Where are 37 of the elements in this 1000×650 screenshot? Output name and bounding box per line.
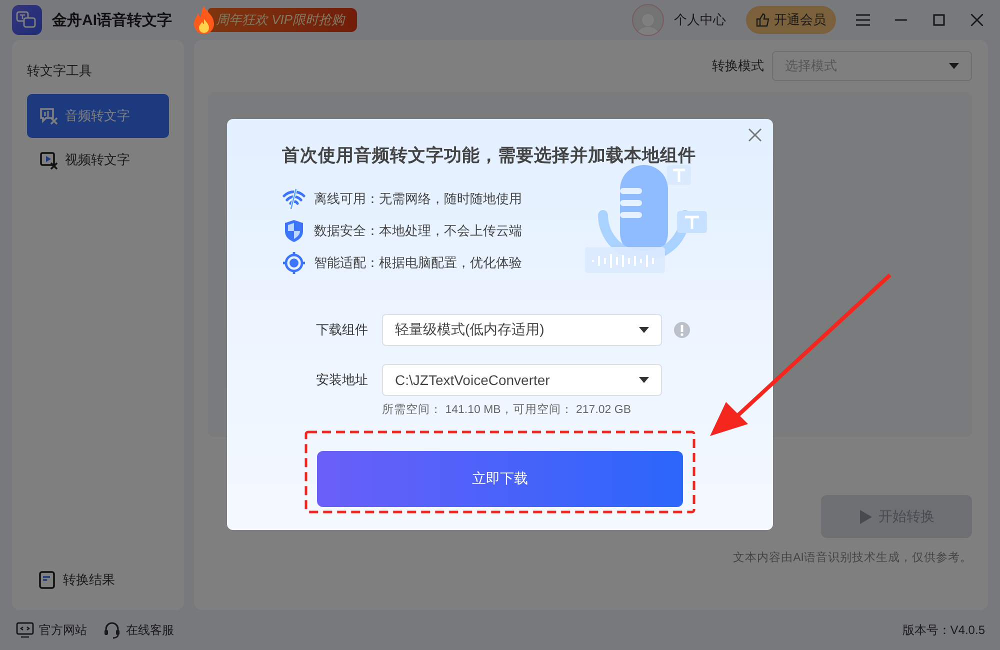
dropdown-field[interactable]: 轻量级模式(低内存适用) — [382, 314, 662, 346]
document-icon — [39, 571, 55, 589]
headset-icon — [103, 621, 121, 639]
monitor-icon — [16, 622, 34, 638]
app-logo-icon — [12, 5, 42, 35]
version-text: 版本号：V4.0.5 — [902, 622, 985, 638]
vip-button[interactable]: 开通会员 — [746, 6, 836, 34]
sidebar-heading: 转文字工具 — [27, 62, 93, 80]
shield-icon — [284, 219, 304, 243]
caret-icon — [949, 63, 959, 69]
field-label: 安装地址 — [316, 371, 369, 389]
promo-banner[interactable]: 周年狂欢 VIP限时抢购 — [208, 8, 357, 32]
feature-text: 数据安全：本地处理，不会上传云端 — [314, 222, 522, 240]
target-icon — [282, 251, 306, 275]
caret-icon — [639, 377, 649, 383]
user-center-link[interactable]: 个人中心 — [674, 11, 726, 29]
mode-label: 转换模式 — [712, 57, 764, 75]
sidebar-item[interactable]: 视频转文字 — [27, 138, 169, 182]
caret-icon — [639, 327, 649, 333]
dialog-title: 首次使用音频转文字功能，需要选择并加载本地组件 — [282, 144, 697, 167]
video-play-icon — [39, 150, 59, 170]
space-hint: 所需空间： 141.10 MB，可用空间： 217.02 GB — [382, 402, 632, 417]
app-title: 金舟AI语音转文字 — [52, 10, 172, 30]
wifi-off-icon — [282, 188, 306, 210]
download-button[interactable]: 立即下载 — [317, 451, 683, 507]
footer-link[interactable]: 官方网站 — [39, 622, 87, 638]
play-icon — [858, 508, 872, 524]
disclaimer-text: 文本内容由AI语音识别技术生成，仅供参考。 — [732, 550, 972, 565]
feature-text: 离线可用：无需网络，随时随地使用 — [314, 190, 522, 208]
results-button[interactable]: 转换结果 — [27, 570, 169, 590]
field-label: 下载组件 — [316, 321, 369, 339]
sidebar-item[interactable]: 音频转文字 — [27, 94, 169, 138]
feature-text: 智能适配：根据电脑配置，优化体验 — [314, 254, 522, 272]
footer-link[interactable]: 在线客服 — [126, 622, 174, 638]
thumbs-up-icon — [756, 13, 770, 27]
speech-bubble-icon — [39, 106, 59, 126]
dropdown-field[interactable]: C:\JZTextVoiceConverter — [382, 364, 662, 396]
